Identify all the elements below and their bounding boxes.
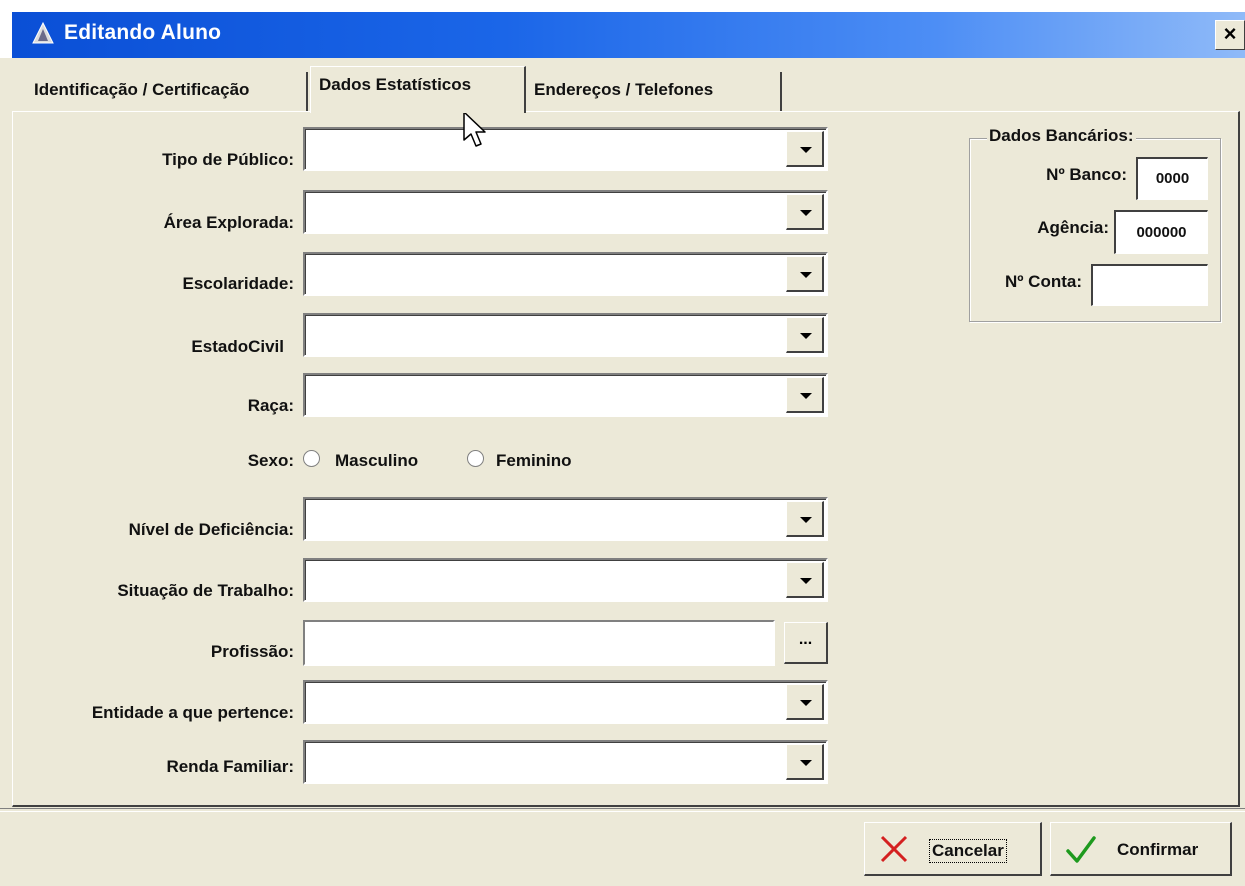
situacao-trabalho-label: Situação de Trabalho: <box>117 581 294 600</box>
chevron-down-icon[interactable] <box>786 562 824 598</box>
chevron-down-icon[interactable] <box>786 194 824 230</box>
escolaridade-select[interactable] <box>303 252 828 296</box>
cancel-button-label: Cancelar <box>929 839 1007 863</box>
chevron-down-icon[interactable] <box>786 744 824 780</box>
cancel-button[interactable]: Cancelar <box>864 822 1042 876</box>
tab-enderecos[interactable]: Endereços / Telefones <box>526 72 782 112</box>
banco-label: Nº Banco: <box>1046 165 1127 184</box>
conta-input[interactable] <box>1091 264 1208 306</box>
mouse-cursor-icon <box>463 111 486 147</box>
sexo-label: Sexo: <box>247 451 294 470</box>
area-explorada-label: Área Explorada: <box>163 213 294 232</box>
radio-feminino[interactable] <box>467 450 484 467</box>
raca-select[interactable] <box>303 373 828 417</box>
tipo-publico-label: Tipo de Público: <box>162 150 294 169</box>
escolaridade-label: Escolaridade: <box>182 274 295 293</box>
nivel-deficiencia-select[interactable] <box>303 497 828 541</box>
tipo-publico-select[interactable] <box>303 127 828 171</box>
checkmark-icon <box>1066 836 1096 863</box>
confirm-button-label: Confirmar <box>1117 840 1199 859</box>
estado-civil-label: EstadoCivil <box>191 337 284 356</box>
bank-group-title: Dados Bancários: <box>987 126 1136 146</box>
chevron-down-icon[interactable] <box>786 317 824 353</box>
raca-label: Raça: <box>247 396 294 415</box>
radio-masculino-label[interactable]: Masculino <box>335 451 418 471</box>
titlebar-gradient[interactable]: Editando Aluno × <box>12 12 1245 58</box>
window-title: Editando Aluno <box>64 21 222 44</box>
window-titlebar: Editando Aluno × <box>0 0 1245 58</box>
agencia-input[interactable]: 000000 <box>1114 210 1208 254</box>
profissao-browse-button[interactable]: ... <box>784 622 828 664</box>
radio-feminino-label[interactable]: Feminino <box>496 451 572 471</box>
renda-familiar-select[interactable] <box>303 740 828 784</box>
chevron-down-icon[interactable] <box>786 131 824 167</box>
conta-label: Nº Conta: <box>1004 272 1082 291</box>
situacao-trabalho-select[interactable] <box>303 558 828 602</box>
confirm-button[interactable]: Confirmar <box>1050 822 1232 876</box>
chevron-down-icon[interactable] <box>786 377 824 413</box>
area-explorada-select[interactable] <box>303 190 828 234</box>
chevron-down-icon[interactable] <box>786 501 824 537</box>
entidade-select[interactable] <box>303 680 828 724</box>
tab-dados-estatisticos[interactable]: Dados Estatísticos <box>310 66 526 113</box>
footer-separator <box>0 808 1245 812</box>
app-icon <box>32 21 54 44</box>
chevron-down-icon[interactable] <box>786 684 824 720</box>
close-button[interactable]: × <box>1215 20 1245 50</box>
radio-masculino[interactable] <box>303 450 320 467</box>
nivel-deficiencia-label: Nível de Deficiência: <box>128 520 294 539</box>
tab-identificacao[interactable]: Identificação / Certificação <box>26 72 308 112</box>
entidade-label: Entidade a que pertence: <box>91 703 294 722</box>
agencia-label: Agência: <box>1037 218 1109 237</box>
profissao-label: Profissão: <box>210 642 294 661</box>
cancel-x-icon <box>880 835 908 863</box>
banco-input[interactable]: 0000 <box>1136 157 1208 200</box>
profissao-input[interactable] <box>303 620 775 666</box>
chevron-down-icon[interactable] <box>786 256 824 292</box>
renda-familiar-label: Renda Familiar: <box>166 757 294 776</box>
estado-civil-select[interactable] <box>303 313 828 357</box>
